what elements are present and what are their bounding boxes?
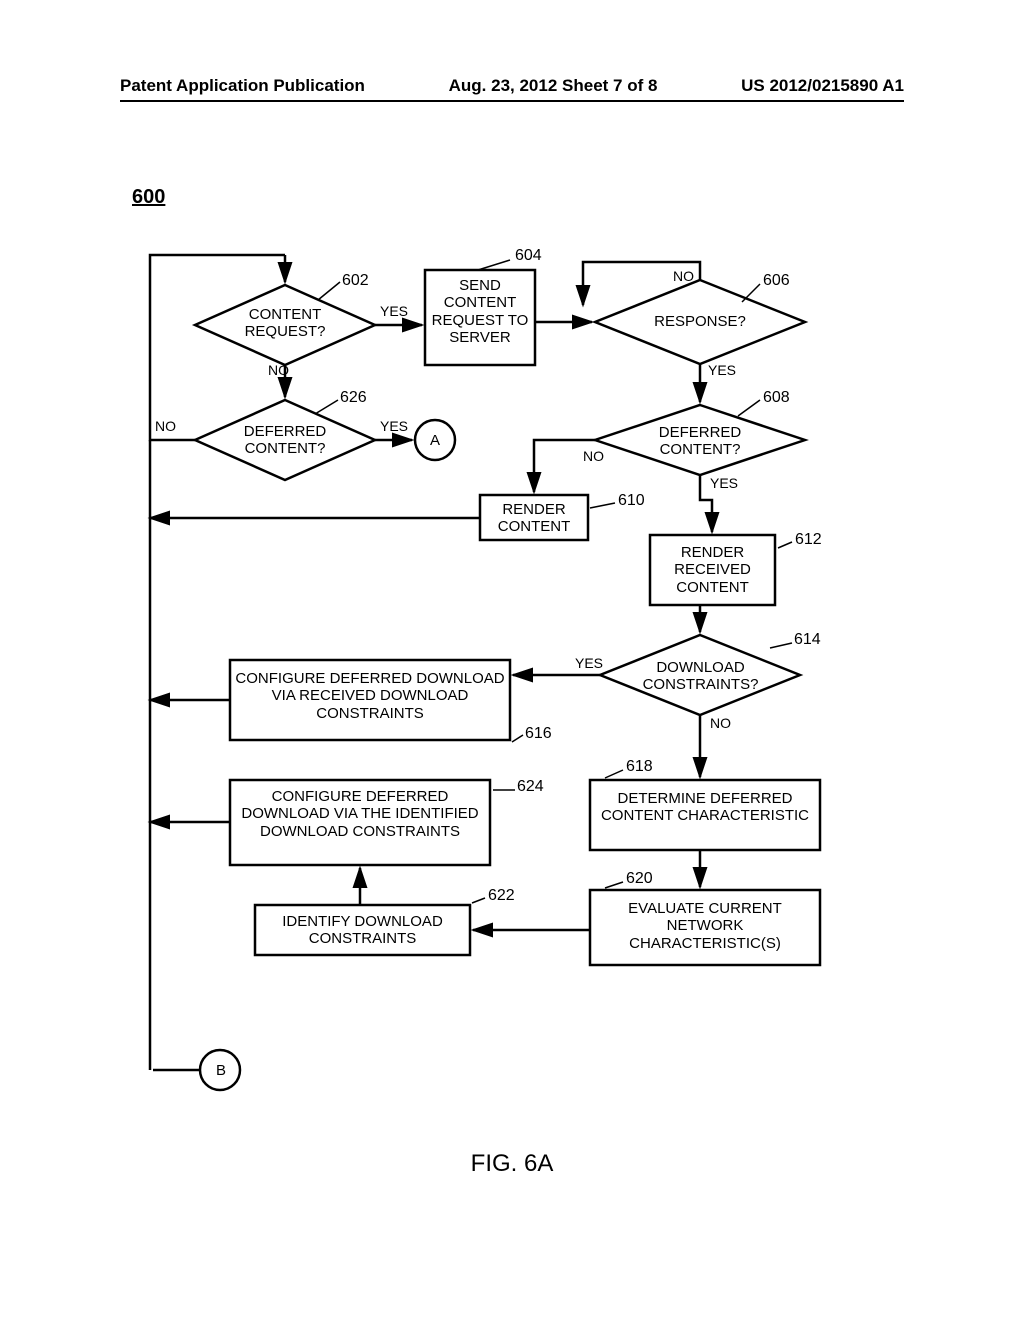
node-618-label: DETERMINE DEFERRED CONTENT CHARACTERISTI… [594, 790, 816, 825]
ref-622: 622 [488, 887, 515, 905]
node-610-label: RENDER CONTENT [482, 501, 586, 536]
node-614-label: DOWNLOAD CONSTRAINTS? [633, 659, 768, 694]
ref-624: 624 [517, 778, 544, 796]
ref-608: 608 [763, 389, 790, 407]
node-616-label: CONFIGURE DEFERRED DOWNLOAD VIA RECEIVED… [235, 670, 505, 722]
ref-620: 620 [626, 870, 653, 888]
ref-618: 618 [626, 758, 653, 776]
edge-606-yes: YES [708, 362, 736, 378]
edge-626-no: NO [155, 418, 176, 434]
node-606-label: RESPONSE? [640, 313, 760, 330]
connector-a-label: A [426, 432, 444, 449]
header-right: US 2012/0215890 A1 [741, 76, 904, 96]
edge-606-no: NO [673, 268, 694, 284]
ref-602: 602 [342, 272, 369, 290]
connector-b-label: B [212, 1062, 230, 1079]
node-624-label: CONFIGURE DEFERRED DOWNLOAD VIA THE IDEN… [234, 788, 486, 840]
node-620-label: EVALUATE CURRENT NETWORK CHARACTERISTIC(… [594, 900, 816, 952]
node-608-label: DEFERRED CONTENT? [635, 424, 765, 459]
edge-626-yes: YES [380, 418, 408, 434]
ref-606: 606 [763, 272, 790, 290]
edge-602-yes: YES [380, 303, 408, 319]
ref-614: 614 [794, 631, 821, 649]
node-626-label: DEFERRED CONTENT? [220, 423, 350, 458]
ref-626: 626 [340, 389, 367, 407]
figure-number: 600 [132, 186, 165, 209]
edge-614-no: NO [710, 715, 731, 731]
header-center: Aug. 23, 2012 Sheet 7 of 8 [449, 76, 658, 96]
node-602-label: CONTENT REQUEST? [230, 306, 340, 341]
ref-604: 604 [515, 247, 542, 265]
edge-608-no: NO [583, 448, 604, 464]
flowchart: CONTENT REQUEST? SEND CONTENT REQUEST TO… [120, 250, 904, 1150]
node-622-label: IDENTIFY DOWNLOAD CONSTRAINTS [258, 913, 467, 948]
header-left: Patent Application Publication [120, 76, 365, 96]
edge-608-yes: YES [710, 475, 738, 491]
node-612-label: RENDER RECEIVED CONTENT [652, 544, 773, 596]
header-rule [120, 100, 904, 102]
ref-612: 612 [795, 531, 822, 549]
page-header: Patent Application Publication Aug. 23, … [0, 76, 1024, 96]
edge-614-yes: YES [575, 655, 603, 671]
ref-610: 610 [618, 492, 645, 510]
edge-602-no: NO [268, 362, 289, 378]
figure-label: FIG. 6A [0, 1150, 1024, 1178]
node-604-label: SEND CONTENT REQUEST TO SERVER [428, 277, 532, 346]
ref-616: 616 [525, 725, 552, 743]
